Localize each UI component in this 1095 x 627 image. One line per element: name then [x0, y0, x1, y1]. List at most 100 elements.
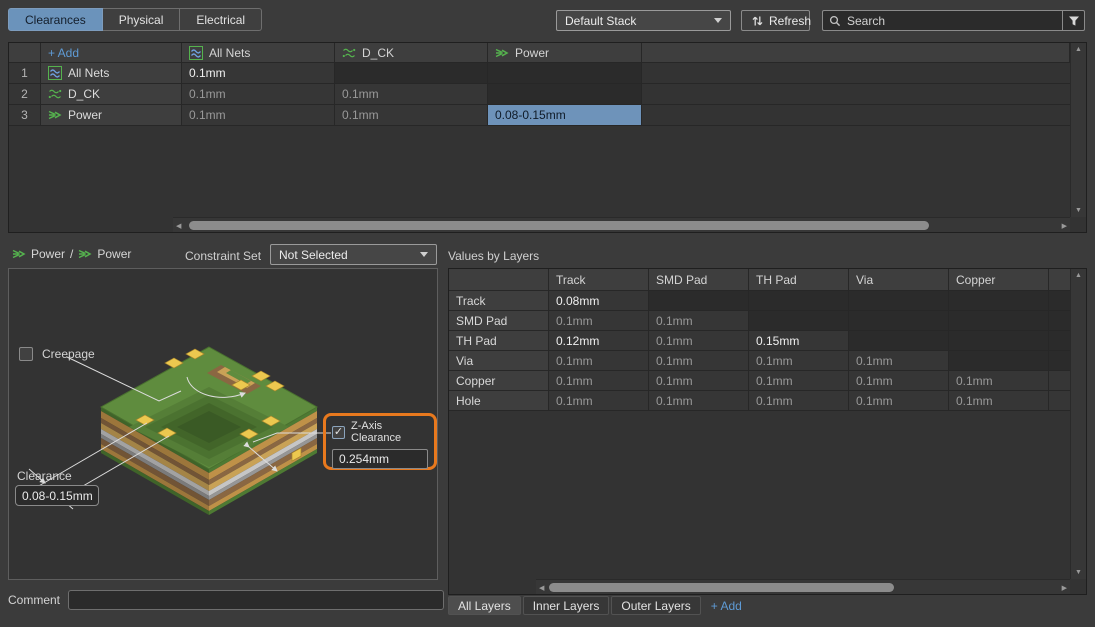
scroll-left-icon[interactable]: ◀: [539, 584, 544, 592]
layer-tab-all[interactable]: All Layers: [448, 596, 521, 615]
matrix-column-header-power[interactable]: Power: [488, 43, 642, 63]
vbl-cell-hole-track[interactable]: 0.1mm: [549, 391, 649, 411]
vbl-column-header-via[interactable]: Via: [849, 269, 949, 291]
vbl-cell-th-pad-copper[interactable]: [949, 331, 1049, 351]
matrix-cell-power-all-nets[interactable]: 0.1mm: [182, 105, 335, 126]
matrix-hscroll-thumb[interactable]: [189, 221, 929, 230]
matrix-row-header-d-ck[interactable]: D_CK: [41, 84, 182, 105]
vbl-cell-via-smd-pad[interactable]: 0.1mm: [649, 351, 749, 371]
filter-button[interactable]: [1062, 10, 1085, 31]
vbl-cell-via-copper[interactable]: [949, 351, 1049, 371]
scroll-up-icon[interactable]: ▲: [1075, 272, 1082, 279]
vbl-vertical-scrollbar[interactable]: ▲ ▼: [1070, 269, 1086, 579]
vbl-cell-th-pad-track[interactable]: 0.12mm: [549, 331, 649, 351]
vbl-cell-via-track[interactable]: 0.1mm: [549, 351, 649, 371]
matrix-cell-all-nets-all-nets[interactable]: 0.1mm: [182, 63, 335, 84]
layer-tabs: All Layers Inner Layers Outer Layers + A…: [448, 596, 742, 615]
matrix-column-header-all-nets[interactable]: All Nets: [182, 43, 335, 63]
vbl-cell-copper-copper[interactable]: 0.1mm: [949, 371, 1049, 391]
vbl-cell-hole-copper[interactable]: 0.1mm: [949, 391, 1049, 411]
vbl-cell-smd-pad-track[interactable]: 0.1mm: [549, 311, 649, 331]
clearance-value-input[interactable]: [15, 485, 99, 506]
vbl-cell-smd-pad-copper[interactable]: [949, 311, 1049, 331]
comment-label: Comment: [8, 593, 61, 607]
matrix-cell-power-d-ck[interactable]: 0.1mm: [335, 105, 488, 126]
vbl-column-header-smd-pad[interactable]: SMD Pad: [649, 269, 749, 291]
matrix-horizontal-scrollbar[interactable]: ◀ ▶: [173, 217, 1070, 232]
vbl-cell-hole-via[interactable]: 0.1mm: [849, 391, 949, 411]
vbl-cell-th-pad-th-pad[interactable]: 0.15mm: [749, 331, 849, 351]
vbl-row-hole: Hole 0.1mm 0.1mm 0.1mm 0.1mm 0.1mm: [449, 391, 1072, 411]
scroll-up-icon[interactable]: ▲: [1075, 46, 1082, 53]
vbl-row-header-track[interactable]: Track: [449, 291, 549, 311]
matrix-cell-d-ck-d-ck[interactable]: 0.1mm: [335, 84, 488, 105]
vbl-row-header-smd-pad[interactable]: SMD Pad: [449, 311, 549, 331]
stack-selector-dropdown[interactable]: Default Stack: [556, 10, 731, 31]
vbl-hscroll-thumb[interactable]: [549, 583, 894, 592]
all-nets-icon: [48, 66, 62, 80]
vbl-cell-smd-pad-th-pad[interactable]: [749, 311, 849, 331]
scroll-left-icon[interactable]: ◀: [176, 222, 181, 230]
matrix-cell-all-nets-d-ck[interactable]: [335, 63, 488, 84]
vbl-horizontal-scrollbar[interactable]: ◀ ▶: [536, 579, 1070, 594]
layer-tab-outer[interactable]: Outer Layers: [611, 596, 701, 615]
vbl-row-header-th-pad[interactable]: TH Pad: [449, 331, 549, 351]
values-by-layers-table: Track SMD Pad TH Pad Via Copper Track 0.08mm SM…: [448, 268, 1087, 595]
tab-electrical[interactable]: Electrical: [180, 8, 263, 31]
matrix-corner-cell: [9, 43, 41, 63]
vbl-cell-th-pad-smd-pad[interactable]: 0.1mm: [649, 331, 749, 351]
vbl-cell-copper-th-pad[interactable]: 0.1mm: [749, 371, 849, 391]
vbl-cell-copper-via[interactable]: 0.1mm: [849, 371, 949, 391]
layer-tab-inner[interactable]: Inner Layers: [522, 596, 610, 615]
zaxis-clearance-input[interactable]: [332, 449, 428, 469]
vbl-row-header-copper[interactable]: Copper: [449, 371, 549, 391]
vbl-column-header-copper[interactable]: Copper: [949, 269, 1049, 291]
vbl-cell-track-copper[interactable]: [949, 291, 1049, 311]
add-layer-tab-button[interactable]: + Add: [711, 599, 742, 613]
matrix-cell-power-power[interactable]: 0.08-0.15mm: [488, 105, 642, 126]
vbl-row-header-hole[interactable]: Hole: [449, 391, 549, 411]
refresh-button[interactable]: Refresh: [741, 10, 811, 31]
vbl-cell-track-track[interactable]: 0.08mm: [549, 291, 649, 311]
matrix-row-header-power[interactable]: Power: [41, 105, 182, 126]
vbl-column-header-track[interactable]: Track: [549, 269, 649, 291]
search-input[interactable]: [847, 13, 1056, 28]
comment-input[interactable]: [68, 590, 445, 610]
vbl-cell-track-via[interactable]: [849, 291, 949, 311]
matrix-cell-d-ck-power[interactable]: [488, 84, 642, 105]
chevron-down-icon: [420, 252, 428, 257]
vbl-cell-via-via[interactable]: 0.1mm: [849, 351, 949, 371]
vbl-cell-copper-track[interactable]: 0.1mm: [549, 371, 649, 391]
vbl-row-track: Track 0.08mm: [449, 291, 1072, 311]
vbl-cell-track-th-pad[interactable]: [749, 291, 849, 311]
zaxis-clearance-checkbox[interactable]: ✓: [332, 425, 345, 439]
matrix-row-number: 1: [9, 63, 41, 84]
selected-pair-title: Power / Power: [12, 247, 131, 261]
vbl-cell-smd-pad-via[interactable]: [849, 311, 949, 331]
vbl-column-header-th-pad[interactable]: TH Pad: [749, 269, 849, 291]
vbl-cell-hole-th-pad[interactable]: 0.1mm: [749, 391, 849, 411]
vbl-cell-copper-smd-pad[interactable]: 0.1mm: [649, 371, 749, 391]
vbl-cell-hole-smd-pad[interactable]: 0.1mm: [649, 391, 749, 411]
scroll-right-icon[interactable]: ▶: [1062, 222, 1067, 230]
vbl-cell-smd-pad-smd-pad[interactable]: 0.1mm: [649, 311, 749, 331]
tab-clearances[interactable]: Clearances: [8, 8, 103, 31]
scroll-right-icon[interactable]: ▶: [1062, 584, 1067, 592]
vbl-cell-via-th-pad[interactable]: 0.1mm: [749, 351, 849, 371]
matrix-row-filler: [642, 84, 1070, 105]
net-class-icon: [12, 247, 26, 261]
matrix-column-header-d-ck[interactable]: D_CK: [335, 43, 488, 63]
vbl-row-header-via[interactable]: Via: [449, 351, 549, 371]
matrix-vertical-scrollbar[interactable]: ▲ ▼: [1070, 43, 1086, 217]
tab-physical[interactable]: Physical: [102, 8, 181, 31]
matrix-cell-all-nets-power[interactable]: [488, 63, 642, 84]
matrix-row-number: 3: [9, 105, 41, 126]
scroll-down-icon[interactable]: ▼: [1075, 569, 1082, 576]
matrix-row-header-all-nets[interactable]: All Nets: [41, 63, 182, 84]
vbl-cell-th-pad-via[interactable]: [849, 331, 949, 351]
constraint-set-dropdown[interactable]: Not Selected: [270, 244, 437, 265]
matrix-add-button[interactable]: + Add: [41, 43, 182, 63]
vbl-cell-track-smd-pad[interactable]: [649, 291, 749, 311]
matrix-cell-d-ck-all-nets[interactable]: 0.1mm: [182, 84, 335, 105]
scroll-down-icon[interactable]: ▼: [1075, 207, 1082, 214]
